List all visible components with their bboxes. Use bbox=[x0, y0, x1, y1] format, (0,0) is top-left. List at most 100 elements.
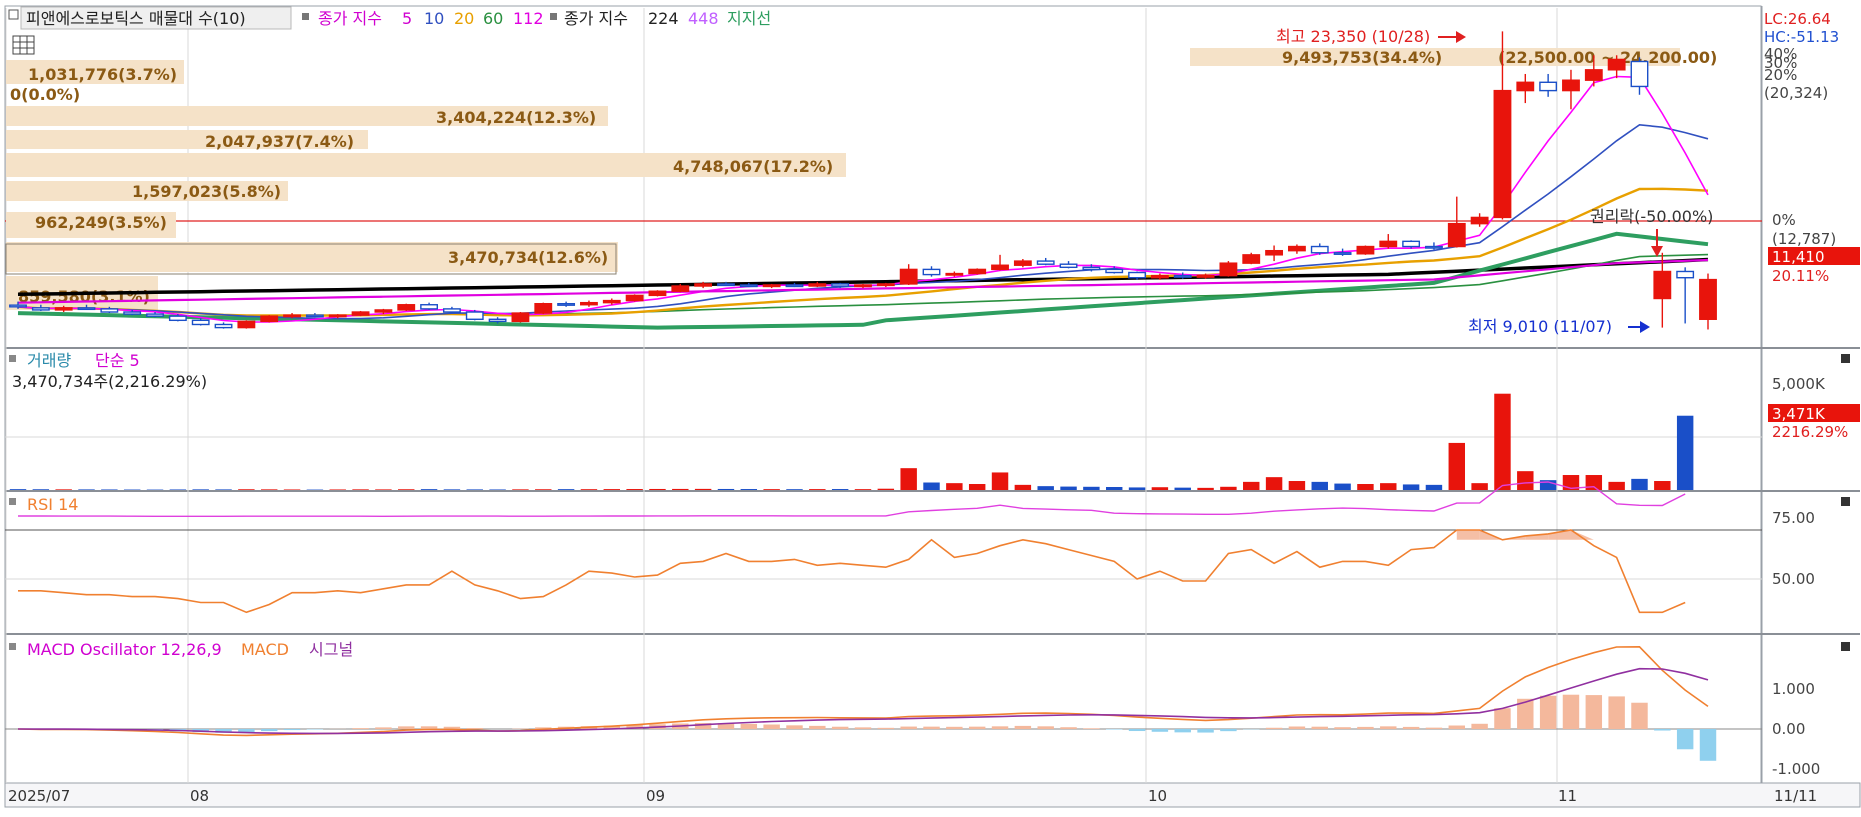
volume-bar bbox=[558, 489, 574, 490]
volume-bar bbox=[923, 483, 939, 490]
volume-bar bbox=[1357, 484, 1373, 490]
volume-profile-label: 4,748,067(17.2%) bbox=[673, 157, 833, 176]
volume-bar bbox=[535, 489, 551, 490]
macd-oscillator-bar bbox=[1631, 703, 1647, 729]
candle-body bbox=[1175, 276, 1191, 278]
volume-bar bbox=[375, 489, 391, 490]
candle-body bbox=[1152, 276, 1168, 278]
hc-label: HC:-51.13 bbox=[1764, 28, 1839, 46]
candle-body bbox=[1037, 261, 1053, 264]
macd-oscillator-bar bbox=[1015, 726, 1031, 729]
ma2-legend-label: 종가 지수 bbox=[564, 9, 628, 28]
volume-ma-label: 단순 5 bbox=[95, 351, 140, 370]
macd-oscillator-bar bbox=[1494, 708, 1510, 729]
volume-bar bbox=[718, 489, 734, 490]
macd-oscillator-bar bbox=[375, 727, 391, 729]
candle-body bbox=[1015, 261, 1031, 265]
volume-bar bbox=[1631, 479, 1647, 490]
ma2-legend-icon bbox=[550, 13, 557, 20]
volume-bar bbox=[1083, 487, 1099, 490]
macd-oscillator-bar bbox=[1540, 696, 1556, 729]
volume-bar bbox=[170, 489, 186, 490]
volume-bar bbox=[1494, 394, 1510, 490]
volume-bar bbox=[1380, 483, 1396, 490]
macd-oscillator-bar bbox=[1471, 724, 1487, 729]
candle-body bbox=[832, 284, 848, 286]
volume-bar bbox=[1152, 487, 1168, 490]
volume-bar bbox=[398, 489, 414, 490]
macd-oscillator-bar bbox=[832, 727, 848, 729]
ma5-label: 5 bbox=[402, 9, 412, 28]
volume-bar bbox=[352, 489, 368, 490]
high-annotation: 최고 23,350 (10/28) bbox=[1276, 27, 1430, 46]
last-change: 20.11% bbox=[1772, 267, 1829, 285]
candle-body bbox=[1220, 263, 1236, 275]
top-ref-price: (20,324) bbox=[1764, 84, 1828, 102]
volume-bar bbox=[1015, 485, 1031, 490]
macd-oscillator-bar bbox=[809, 726, 825, 729]
panel-toggle-icon[interactable] bbox=[9, 10, 18, 19]
macd-close-icon[interactable] bbox=[1841, 642, 1850, 651]
volume-bar bbox=[1608, 482, 1624, 490]
candle-body bbox=[900, 269, 916, 284]
candle-body bbox=[923, 269, 939, 274]
candle-body bbox=[1563, 80, 1579, 90]
macd-oscillator-bar bbox=[261, 729, 277, 731]
volume-bar bbox=[1517, 471, 1533, 490]
volume-toggle-icon[interactable] bbox=[9, 355, 16, 362]
rsi-toggle-icon[interactable] bbox=[9, 498, 16, 505]
candle-body bbox=[1312, 247, 1328, 253]
volume-bar bbox=[604, 489, 620, 490]
macd-oscillator-bar bbox=[1654, 729, 1670, 731]
candle-body bbox=[741, 285, 757, 287]
candle-body bbox=[1334, 253, 1350, 255]
candle-body bbox=[1494, 91, 1510, 218]
volume-bar bbox=[1106, 487, 1122, 490]
candle-body bbox=[1608, 59, 1624, 69]
candle-body bbox=[215, 324, 231, 327]
rights-annotation: 권리락(-50.00%) bbox=[1590, 207, 1713, 226]
x-label-08: 08 bbox=[190, 787, 209, 805]
stock-chart-window: 1,031,776(3.7%)0(0.0%)3,404,224(12.3%)2,… bbox=[0, 0, 1861, 817]
x-axis-bar bbox=[5, 783, 1860, 807]
macd-oscillator-bar bbox=[1380, 726, 1396, 729]
volume-bar bbox=[421, 489, 437, 490]
rsi-close-icon[interactable] bbox=[1841, 497, 1850, 506]
candle-body bbox=[512, 313, 528, 321]
candle-body bbox=[1677, 271, 1693, 277]
macd-oscillator-bar bbox=[923, 727, 939, 729]
volume-bar bbox=[1471, 483, 1487, 490]
stock-name: 피앤에스로보틱스 매물대 수(10) bbox=[26, 9, 246, 28]
volume-profile-label: 2,047,937(7.4%) bbox=[205, 132, 354, 151]
volume-bar bbox=[1289, 481, 1305, 490]
candle-body bbox=[1243, 255, 1259, 263]
volume-bar bbox=[489, 489, 505, 490]
volume-bar bbox=[581, 489, 597, 490]
volume-bar bbox=[467, 489, 483, 490]
macd-oscillator-bar bbox=[1403, 727, 1419, 729]
volume-last: 3,471K bbox=[1772, 405, 1826, 423]
candle-body bbox=[170, 316, 186, 320]
volume-bar bbox=[1266, 477, 1282, 490]
candle-body bbox=[192, 320, 208, 324]
macd-oscillator-bar bbox=[352, 728, 368, 729]
volume-bar bbox=[1197, 488, 1213, 490]
candle-body bbox=[1106, 269, 1122, 272]
macd-oscillator-bar bbox=[1608, 696, 1624, 729]
volume-bar bbox=[78, 489, 94, 490]
volume-close-icon[interactable] bbox=[1841, 354, 1850, 363]
macd-oscillator-bar bbox=[1129, 729, 1145, 731]
volume-title: 거래량 bbox=[27, 351, 71, 370]
volume-bar bbox=[10, 489, 26, 490]
macd-oscillator-bar bbox=[969, 727, 985, 729]
table-grid-icon[interactable] bbox=[13, 36, 34, 54]
macd-oscillator-bar bbox=[878, 728, 894, 729]
low-annotation: 최저 9,010 (11/07) bbox=[1468, 317, 1612, 336]
volume-bar bbox=[626, 489, 642, 490]
volume-bar bbox=[1175, 488, 1191, 490]
macd-oscillator-bar bbox=[1289, 726, 1305, 729]
candle-body bbox=[33, 308, 49, 310]
volume-bar bbox=[444, 489, 460, 490]
macd-toggle-icon[interactable] bbox=[9, 643, 16, 650]
chart-canvas[interactable]: 1,031,776(3.7%)0(0.0%)3,404,224(12.3%)2,… bbox=[0, 0, 1861, 813]
